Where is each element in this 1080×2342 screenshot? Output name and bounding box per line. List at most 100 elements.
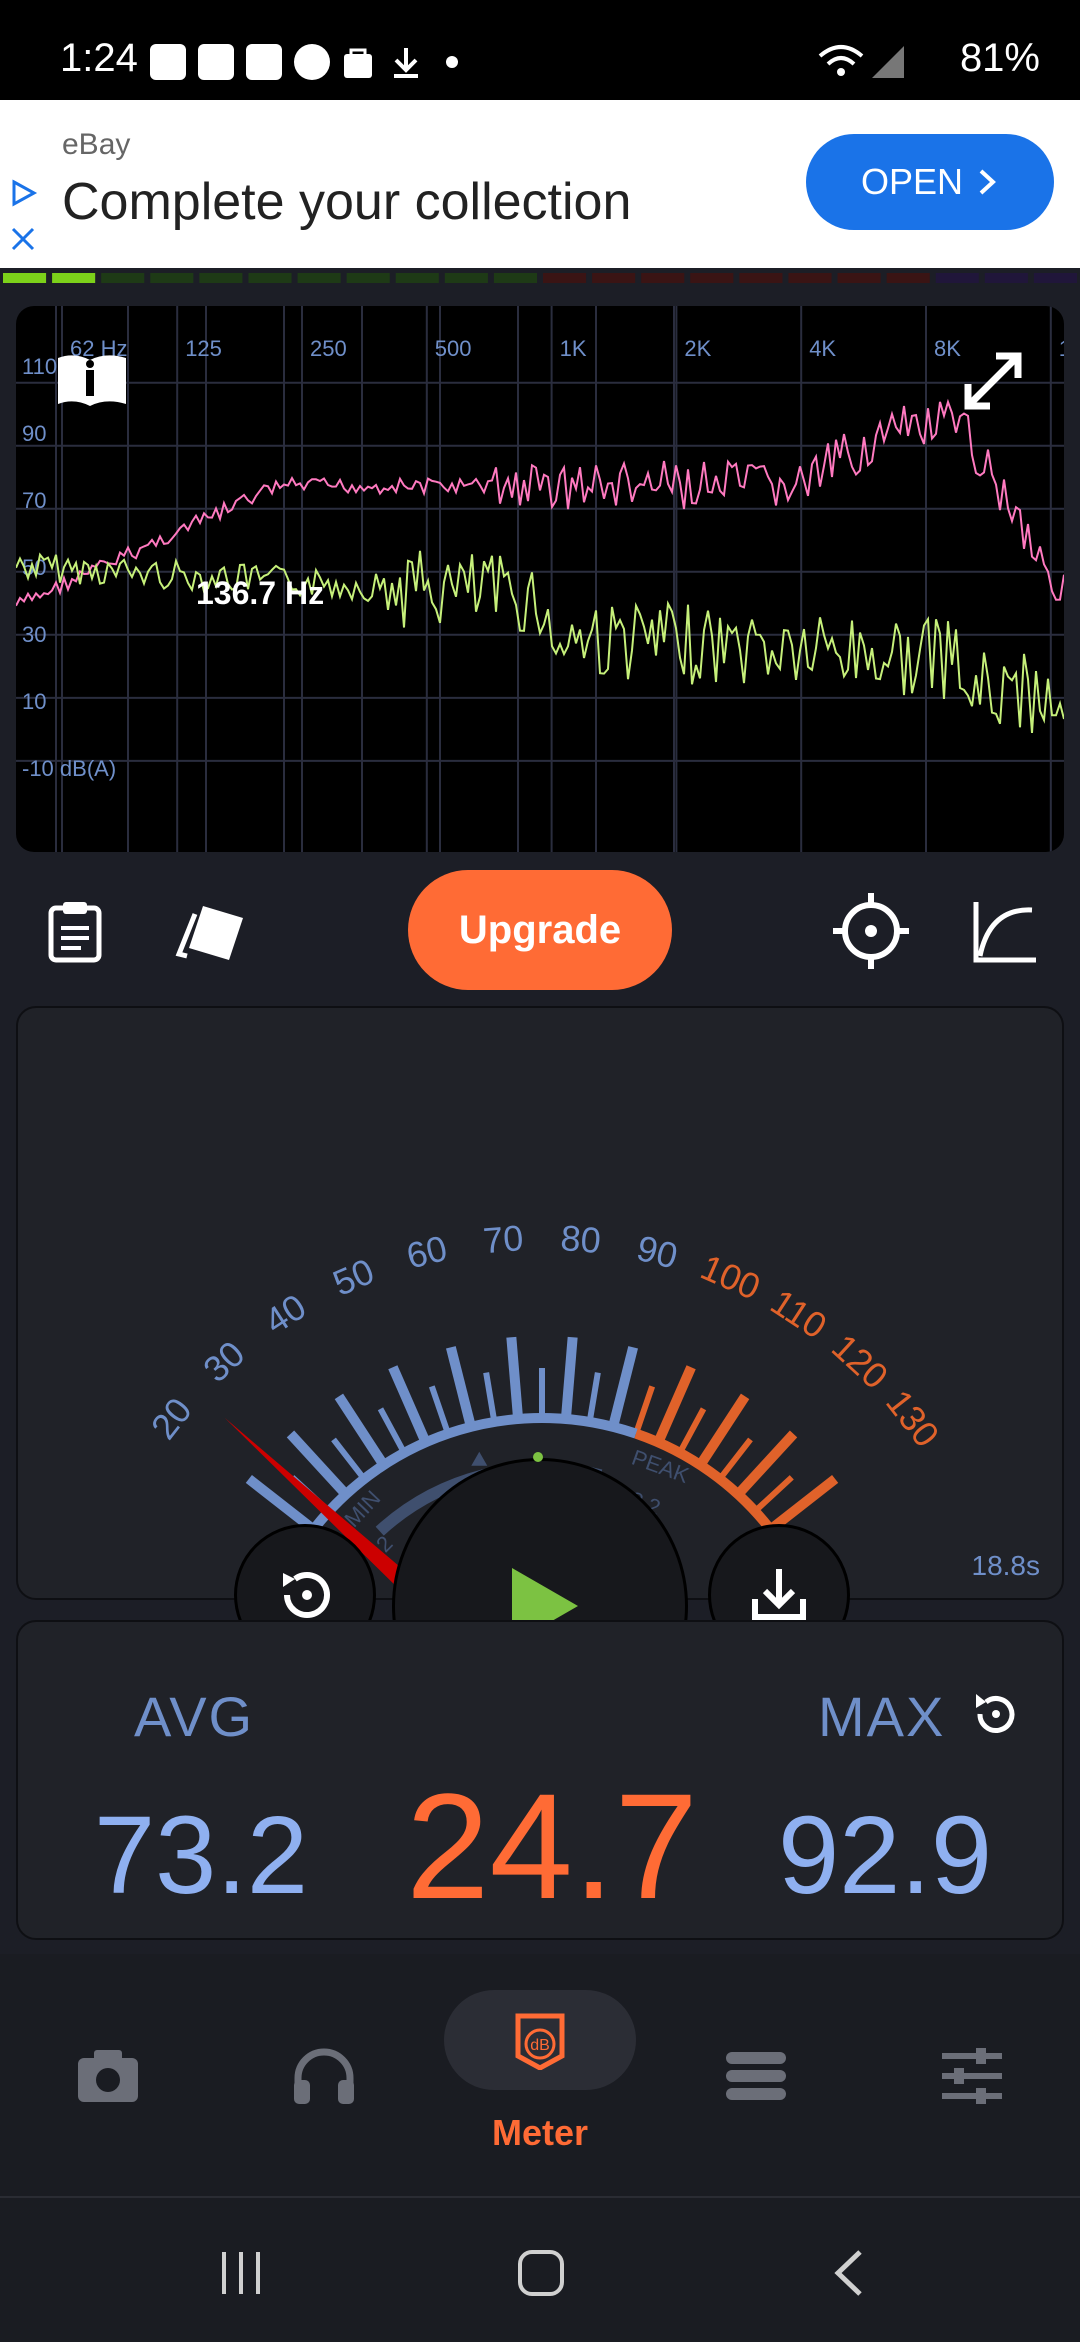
avg-value: 73.2	[94, 1794, 309, 1917]
headphones-icon	[294, 2048, 354, 2104]
chevron-right-icon	[979, 169, 996, 195]
gauge-tick	[717, 1437, 753, 1481]
nav-item-camera[interactable]	[68, 2036, 148, 2116]
gauge-scale-label: 60	[402, 1227, 451, 1277]
target-button[interactable]	[816, 876, 926, 986]
level-indicator-bar	[3, 273, 1077, 283]
ad-choices-icon[interactable]	[8, 178, 38, 208]
level-segment	[444, 273, 488, 283]
level-segment	[199, 273, 243, 283]
status-time: 1:24	[60, 36, 138, 80]
level-segment	[346, 273, 390, 283]
curve-button[interactable]	[950, 876, 1060, 986]
crosshair-icon	[833, 893, 909, 969]
gauge-tick	[586, 1372, 601, 1423]
gauge-tick	[608, 1346, 638, 1429]
clipboard-button[interactable]	[20, 876, 130, 986]
gauge-tick	[483, 1372, 498, 1423]
ad-open-button[interactable]: OPEN	[806, 134, 1054, 230]
curve-chart-icon	[973, 902, 1036, 963]
level-segment	[150, 273, 194, 283]
upgrade-button[interactable]: Upgrade	[408, 870, 672, 990]
gauge-scale-label: 130	[878, 1382, 947, 1455]
db-tick-label: -10 dB(A)	[22, 756, 116, 781]
info-book-icon[interactable]	[52, 350, 132, 410]
status-dot	[533, 1452, 543, 1462]
status-bar: 1:24 81%	[0, 0, 1080, 100]
level-segment	[592, 273, 636, 283]
back-icon[interactable]	[826, 2248, 876, 2298]
nav-label-meter[interactable]: Meter	[440, 2112, 640, 2154]
spectrum-live-line	[16, 550, 1064, 733]
list-icon	[726, 2052, 786, 2100]
gauge-scale-label: 120	[824, 1326, 896, 1397]
level-segment	[641, 273, 685, 283]
gauge-tick	[331, 1437, 367, 1481]
gauge-tick	[633, 1385, 656, 1435]
gauge-scale-label: 110	[764, 1281, 834, 1347]
bottom-navigation: dB Meter	[0, 1954, 1080, 2196]
current-value: 24.7	[406, 1762, 698, 1930]
nav-item-list[interactable]	[716, 2036, 796, 2116]
call-filter-icon	[150, 44, 186, 80]
level-segment	[1033, 273, 1077, 283]
home-icon[interactable]	[516, 2248, 566, 2298]
frequency-tick-label: 2K	[684, 336, 711, 361]
gauge-scale-label: 70	[482, 1217, 525, 1261]
check-circle-icon	[294, 44, 330, 80]
nav-item-meter[interactable]: dB	[500, 2000, 580, 2080]
max-label: MAX	[818, 1685, 946, 1748]
spectrum-analyzer[interactable]: 62 Hz1252505001K2K4K8K16K 1109070503010-…	[16, 306, 1064, 852]
call-filter-icon	[246, 44, 282, 80]
reset-icon	[283, 1572, 330, 1618]
nav-item-headphones[interactable]	[284, 2036, 364, 2116]
close-icon[interactable]	[8, 224, 38, 254]
level-segment	[395, 273, 439, 283]
spectrum-chart: 62 Hz1252505001K2K4K8K16K 1109070503010-…	[16, 306, 1064, 852]
ad-brand: eBay	[62, 128, 131, 161]
gauge-tick	[506, 1336, 524, 1420]
expand-icon[interactable]	[958, 346, 1028, 416]
level-segment	[739, 273, 783, 283]
battery-percent: 81%	[959, 36, 1040, 80]
level-segment	[788, 273, 832, 283]
nav-item-settings[interactable]	[932, 2036, 1012, 2116]
db-meter-icon: dB	[515, 2013, 565, 2070]
sliders-icon	[942, 2048, 1002, 2104]
download-icon	[394, 48, 418, 78]
db-tick-label: 70	[22, 488, 46, 513]
gauge-tick	[752, 1475, 794, 1514]
level-segment	[493, 273, 537, 283]
level-segment	[935, 273, 979, 283]
system-navigation	[0, 2196, 1080, 2342]
camera-icon	[78, 2050, 138, 2102]
max-value: 92.9	[778, 1794, 993, 1917]
level-segment	[297, 273, 341, 283]
cards-button[interactable]	[156, 876, 266, 986]
level-segment	[543, 273, 587, 283]
call-filter-icon	[198, 44, 234, 80]
ad-banner[interactable]: eBay Complete your collection OPEN	[0, 100, 1080, 268]
wifi-icon	[818, 45, 864, 76]
dot-icon	[446, 56, 458, 68]
frequency-tick-label: 16K	[1059, 336, 1064, 361]
gauge-tick	[677, 1407, 707, 1455]
ad-headline[interactable]: Complete your collection	[62, 172, 631, 232]
frequency-tick-label: 250	[310, 336, 347, 361]
signal-icon	[872, 46, 904, 78]
level-segment	[886, 273, 930, 283]
level-segment	[984, 273, 1028, 283]
elapsed-time: 18.8s	[971, 1550, 1041, 1581]
frequency-tick-label: 500	[435, 336, 472, 361]
stats-panel: AVG MAX 73.2 24.7 92.9	[16, 1620, 1064, 1940]
gauge-tick	[377, 1407, 407, 1455]
db-tick-label: 90	[22, 421, 46, 446]
level-segment	[248, 273, 292, 283]
db-tick-label: 10	[22, 689, 46, 714]
gauge-center-marker	[471, 1451, 488, 1466]
frequency-tick-label: 125	[185, 336, 222, 361]
gauge-tick	[446, 1346, 476, 1429]
recent-apps-icon[interactable]	[216, 2248, 266, 2298]
reset-max-icon[interactable]	[968, 1686, 1024, 1742]
gauge-scale-label: 40	[257, 1286, 313, 1342]
